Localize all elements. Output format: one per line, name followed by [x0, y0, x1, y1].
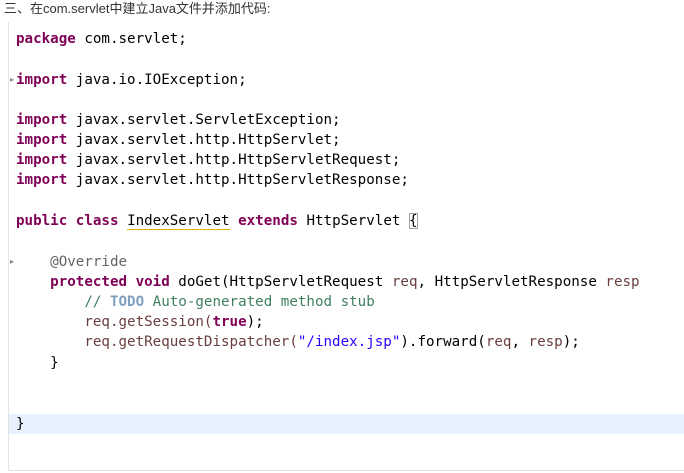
superclass-name: HttpServlet: [306, 213, 401, 229]
fold-marker-icon[interactable]: ▸: [9, 70, 15, 90]
statement-forward: ).forward(: [400, 334, 486, 350]
import-path: java.io.IOException;: [67, 72, 247, 88]
keyword-void: void: [135, 274, 170, 290]
code-line-import: import javax.servlet.http.HttpServlet;: [16, 130, 341, 150]
current-line-highlight: [9, 414, 684, 434]
code-editor[interactable]: ▸ ▸ package com.servlet; import java.io.…: [8, 22, 684, 471]
code-line-import: import javax.servlet.http.HttpServletReq…: [16, 150, 400, 170]
code-line-dispatch: req.getRequestDispatcher("/index.jsp").f…: [16, 332, 580, 352]
code-line-import: import java.io.IOException;: [16, 70, 247, 90]
keyword-true: true: [212, 314, 247, 330]
statement-get-session: req.getSession(: [84, 314, 213, 330]
fold-marker-icon[interactable]: ▸: [9, 252, 15, 272]
keyword-public: public: [16, 213, 68, 229]
keyword-extends: extends: [238, 213, 298, 229]
param-req: req: [391, 274, 418, 290]
statement-end: );: [246, 314, 264, 330]
import-path: javax.servlet.ServletException;: [67, 112, 341, 128]
package-name: com.servlet;: [75, 31, 187, 47]
class-close-brace: }: [16, 416, 25, 432]
keyword-import: import: [16, 72, 68, 88]
param-resp: resp: [605, 274, 640, 290]
code-line-annotation: @Override: [16, 252, 127, 272]
code-line-class-close: }: [16, 414, 25, 434]
keyword-import: import: [16, 172, 68, 188]
statement-dispatcher: req.getRequestDispatcher(: [84, 334, 298, 350]
class-name: IndexServlet: [127, 213, 230, 230]
arg-separator: ,: [511, 334, 529, 350]
import-path: javax.servlet.http.HttpServlet;: [67, 132, 341, 148]
import-path: javax.servlet.http.HttpServletResponse;: [67, 172, 409, 188]
class-open-brace: {: [408, 213, 418, 229]
statement-end: );: [562, 334, 580, 350]
code-line-comment: // TODO Auto-generated method stub: [16, 292, 375, 312]
comment-text: Auto-generated method stub: [144, 294, 375, 310]
method-close-brace: }: [50, 355, 59, 371]
code-line-method-close: }: [16, 353, 59, 373]
code-content[interactable]: package com.servlet; import java.io.IOEx…: [16, 29, 640, 445]
page-heading: 三、在com.servlet中建立Java文件并添加代码:: [4, 1, 271, 16]
comment-todo-tag: TODO: [109, 294, 145, 310]
code-line-import: import javax.servlet.ServletException;: [16, 110, 341, 130]
keyword-package: package: [16, 31, 76, 47]
keyword-import: import: [16, 132, 68, 148]
code-line-method-signature: protected void doGet(HttpServletRequest …: [16, 272, 640, 292]
arg-req: req: [485, 334, 512, 350]
annotation-override: @Override: [50, 254, 128, 270]
keyword-import: import: [16, 152, 68, 168]
arg-resp: resp: [528, 334, 563, 350]
keyword-class: class: [75, 213, 119, 229]
string-literal: "/index.jsp": [297, 334, 401, 350]
code-line-class-declaration: public class IndexServlet extends HttpSe…: [16, 211, 418, 231]
code-line-get-session: req.getSession(true);: [16, 312, 264, 332]
import-path: javax.servlet.http.HttpServletRequest;: [67, 152, 401, 168]
code-line-import: import javax.servlet.http.HttpServletRes…: [16, 170, 409, 190]
method-signature: doGet(HttpServletRequest: [169, 274, 392, 290]
keyword-protected: protected: [50, 274, 128, 290]
comment-prefix: //: [84, 294, 110, 310]
keyword-import: import: [16, 112, 68, 128]
method-signature-part: , HttpServletResponse: [417, 274, 606, 290]
code-line-package: package com.servlet;: [16, 29, 187, 49]
